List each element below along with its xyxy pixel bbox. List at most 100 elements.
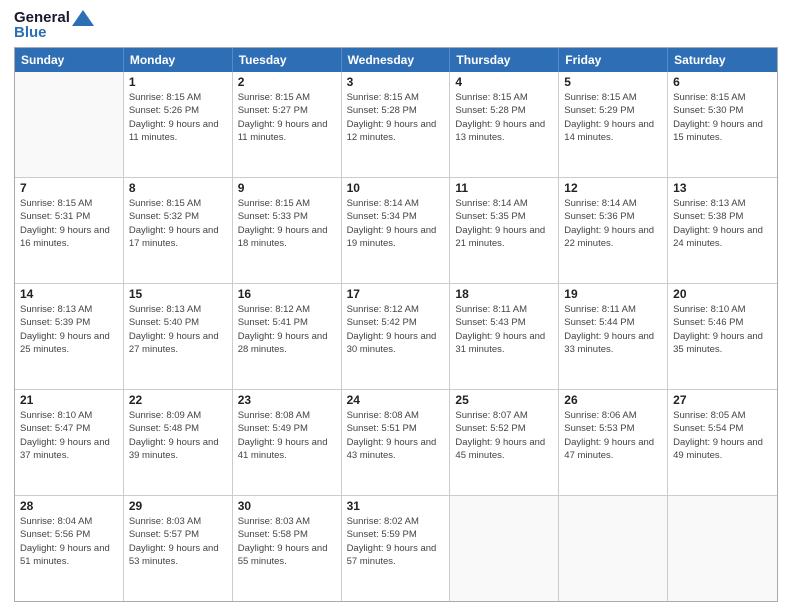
calendar-cell-w2-d1: 7 Sunrise: 8:15 AM Sunset: 5:31 PM Dayli… [15, 178, 124, 283]
calendar-cell-w4-d3: 23 Sunrise: 8:08 AM Sunset: 5:49 PM Dayl… [233, 390, 342, 495]
calendar-cell-w4-d7: 27 Sunrise: 8:05 AM Sunset: 5:54 PM Dayl… [668, 390, 777, 495]
calendar-cell-w5-d5 [450, 496, 559, 601]
week-row-4: 21 Sunrise: 8:10 AM Sunset: 5:47 PM Dayl… [15, 390, 777, 496]
header-day-sunday: Sunday [15, 48, 124, 72]
day-info: Sunrise: 8:05 AM Sunset: 5:54 PM Dayligh… [673, 409, 772, 462]
calendar-cell-w5-d2: 29 Sunrise: 8:03 AM Sunset: 5:57 PM Dayl… [124, 496, 233, 601]
day-info: Sunrise: 8:02 AM Sunset: 5:59 PM Dayligh… [347, 515, 445, 568]
day-info: Sunrise: 8:15 AM Sunset: 5:28 PM Dayligh… [347, 91, 445, 144]
sunrise-text: Sunrise: 8:14 AM [455, 197, 553, 210]
day-number: 4 [455, 75, 553, 89]
day-info: Sunrise: 8:06 AM Sunset: 5:53 PM Dayligh… [564, 409, 662, 462]
sunset-text: Sunset: 5:51 PM [347, 422, 445, 435]
sunset-text: Sunset: 5:41 PM [238, 316, 336, 329]
day-number: 7 [20, 181, 118, 195]
calendar-cell-w2-d7: 13 Sunrise: 8:13 AM Sunset: 5:38 PM Dayl… [668, 178, 777, 283]
sunrise-text: Sunrise: 8:15 AM [129, 197, 227, 210]
daylight-text: Daylight: 9 hours and 49 minutes. [673, 436, 772, 463]
day-number: 29 [129, 499, 227, 513]
header-day-saturday: Saturday [668, 48, 777, 72]
daylight-text: Daylight: 9 hours and 51 minutes. [20, 542, 118, 569]
sunset-text: Sunset: 5:46 PM [673, 316, 772, 329]
sunrise-text: Sunrise: 8:13 AM [129, 303, 227, 316]
daylight-text: Daylight: 9 hours and 14 minutes. [564, 118, 662, 145]
day-number: 2 [238, 75, 336, 89]
day-number: 9 [238, 181, 336, 195]
day-info: Sunrise: 8:11 AM Sunset: 5:43 PM Dayligh… [455, 303, 553, 356]
calendar-cell-w4-d2: 22 Sunrise: 8:09 AM Sunset: 5:48 PM Dayl… [124, 390, 233, 495]
sunset-text: Sunset: 5:49 PM [238, 422, 336, 435]
sunrise-text: Sunrise: 8:03 AM [129, 515, 227, 528]
header-day-tuesday: Tuesday [233, 48, 342, 72]
day-number: 11 [455, 181, 553, 195]
sunrise-text: Sunrise: 8:11 AM [455, 303, 553, 316]
calendar-cell-w3-d2: 15 Sunrise: 8:13 AM Sunset: 5:40 PM Dayl… [124, 284, 233, 389]
week-row-5: 28 Sunrise: 8:04 AM Sunset: 5:56 PM Dayl… [15, 496, 777, 601]
week-row-3: 14 Sunrise: 8:13 AM Sunset: 5:39 PM Dayl… [15, 284, 777, 390]
calendar-cell-w2-d3: 9 Sunrise: 8:15 AM Sunset: 5:33 PM Dayli… [233, 178, 342, 283]
header-day-wednesday: Wednesday [342, 48, 451, 72]
sunrise-text: Sunrise: 8:10 AM [673, 303, 772, 316]
daylight-text: Daylight: 9 hours and 57 minutes. [347, 542, 445, 569]
daylight-text: Daylight: 9 hours and 53 minutes. [129, 542, 227, 569]
daylight-text: Daylight: 9 hours and 11 minutes. [129, 118, 227, 145]
day-info: Sunrise: 8:15 AM Sunset: 5:29 PM Dayligh… [564, 91, 662, 144]
day-number: 21 [20, 393, 118, 407]
calendar-cell-w2-d4: 10 Sunrise: 8:14 AM Sunset: 5:34 PM Dayl… [342, 178, 451, 283]
day-number: 23 [238, 393, 336, 407]
daylight-text: Daylight: 9 hours and 35 minutes. [673, 330, 772, 357]
sunset-text: Sunset: 5:27 PM [238, 104, 336, 117]
sunrise-text: Sunrise: 8:14 AM [347, 197, 445, 210]
calendar-cell-w5-d6 [559, 496, 668, 601]
daylight-text: Daylight: 9 hours and 25 minutes. [20, 330, 118, 357]
calendar-cell-w3-d3: 16 Sunrise: 8:12 AM Sunset: 5:41 PM Dayl… [233, 284, 342, 389]
day-number: 6 [673, 75, 772, 89]
day-number: 3 [347, 75, 445, 89]
day-number: 16 [238, 287, 336, 301]
sunrise-text: Sunrise: 8:15 AM [129, 91, 227, 104]
calendar-cell-w3-d6: 19 Sunrise: 8:11 AM Sunset: 5:44 PM Dayl… [559, 284, 668, 389]
calendar-cell-w5-d4: 31 Sunrise: 8:02 AM Sunset: 5:59 PM Dayl… [342, 496, 451, 601]
daylight-text: Daylight: 9 hours and 16 minutes. [20, 224, 118, 251]
sunrise-text: Sunrise: 8:15 AM [238, 197, 336, 210]
sunset-text: Sunset: 5:54 PM [673, 422, 772, 435]
sunset-text: Sunset: 5:28 PM [455, 104, 553, 117]
sunrise-text: Sunrise: 8:09 AM [129, 409, 227, 422]
sunrise-text: Sunrise: 8:08 AM [238, 409, 336, 422]
calendar-cell-w1-d7: 6 Sunrise: 8:15 AM Sunset: 5:30 PM Dayli… [668, 72, 777, 177]
sunrise-text: Sunrise: 8:05 AM [673, 409, 772, 422]
calendar-cell-w2-d5: 11 Sunrise: 8:14 AM Sunset: 5:35 PM Dayl… [450, 178, 559, 283]
daylight-text: Daylight: 9 hours and 33 minutes. [564, 330, 662, 357]
sunset-text: Sunset: 5:58 PM [238, 528, 336, 541]
sunset-text: Sunset: 5:26 PM [129, 104, 227, 117]
calendar-cell-w5-d3: 30 Sunrise: 8:03 AM Sunset: 5:58 PM Dayl… [233, 496, 342, 601]
daylight-text: Daylight: 9 hours and 13 minutes. [455, 118, 553, 145]
day-number: 17 [347, 287, 445, 301]
sunset-text: Sunset: 5:59 PM [347, 528, 445, 541]
day-number: 28 [20, 499, 118, 513]
header: General Blue [14, 10, 778, 41]
day-info: Sunrise: 8:10 AM Sunset: 5:46 PM Dayligh… [673, 303, 772, 356]
daylight-text: Daylight: 9 hours and 17 minutes. [129, 224, 227, 251]
sunset-text: Sunset: 5:39 PM [20, 316, 118, 329]
day-number: 8 [129, 181, 227, 195]
calendar: SundayMondayTuesdayWednesdayThursdayFrid… [14, 47, 778, 602]
header-day-thursday: Thursday [450, 48, 559, 72]
daylight-text: Daylight: 9 hours and 22 minutes. [564, 224, 662, 251]
calendar-cell-w4-d6: 26 Sunrise: 8:06 AM Sunset: 5:53 PM Dayl… [559, 390, 668, 495]
sunrise-text: Sunrise: 8:11 AM [564, 303, 662, 316]
sunrise-text: Sunrise: 8:15 AM [238, 91, 336, 104]
day-number: 25 [455, 393, 553, 407]
header-day-friday: Friday [559, 48, 668, 72]
sunset-text: Sunset: 5:38 PM [673, 210, 772, 223]
day-info: Sunrise: 8:09 AM Sunset: 5:48 PM Dayligh… [129, 409, 227, 462]
sunrise-text: Sunrise: 8:10 AM [20, 409, 118, 422]
sunset-text: Sunset: 5:47 PM [20, 422, 118, 435]
calendar-body: 1 Sunrise: 8:15 AM Sunset: 5:26 PM Dayli… [15, 72, 777, 601]
calendar-cell-w1-d6: 5 Sunrise: 8:15 AM Sunset: 5:29 PM Dayli… [559, 72, 668, 177]
sunset-text: Sunset: 5:43 PM [455, 316, 553, 329]
day-number: 10 [347, 181, 445, 195]
daylight-text: Daylight: 9 hours and 41 minutes. [238, 436, 336, 463]
day-number: 22 [129, 393, 227, 407]
calendar-cell-w4-d1: 21 Sunrise: 8:10 AM Sunset: 5:47 PM Dayl… [15, 390, 124, 495]
